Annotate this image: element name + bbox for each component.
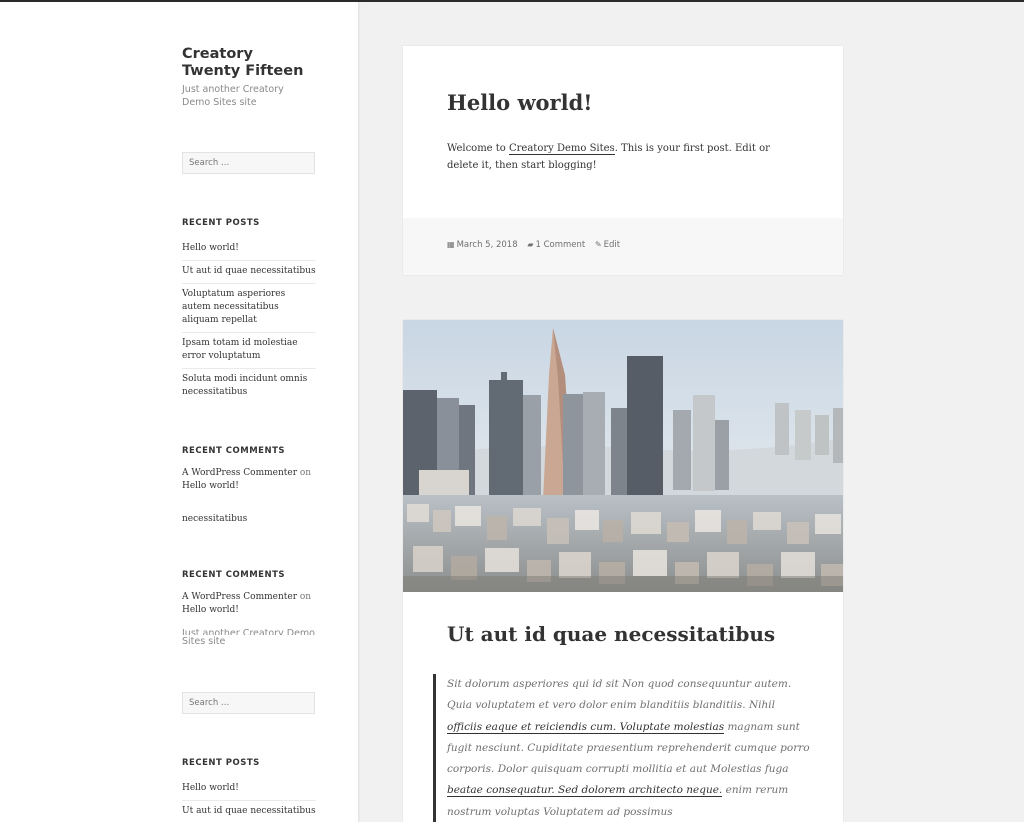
comment-icon: ▰ xyxy=(527,240,534,249)
post-footer: ▦ March 5, 2018 ▰ 1 Comment ✎ Edit xyxy=(403,218,843,275)
recent-post-item[interactable]: Hello world! xyxy=(182,778,316,801)
calendar-icon: ▦ xyxy=(447,240,455,249)
recent-post-item[interactable]: Soluta modi incidunt omnis necessitatibu… xyxy=(182,369,316,404)
site-description: Just another Creatory Demo Sites site xyxy=(182,84,284,108)
orphan-text: necessitatibus xyxy=(182,514,248,524)
recent-posts-list-2: Hello world! Ut aut id quae necessitatib… xyxy=(182,778,316,822)
comment-author[interactable]: A WordPress Commenter xyxy=(182,468,297,478)
recent-comments-title-2: RECENT COMMENTS xyxy=(182,570,285,580)
site-title[interactable]: Creatory Twenty Fifteen xyxy=(182,46,316,80)
excerpt-text: Welcome to xyxy=(447,143,509,154)
post-comments[interactable]: ▰ 1 Comment xyxy=(527,240,585,250)
sidebar-content: Creatory Twenty Fifteen Just another Cre… xyxy=(182,46,316,822)
faded-description-line: Sites site xyxy=(182,636,226,647)
post-blockquote: Sit dolorum asperiores qui id sit Non qu… xyxy=(433,674,813,822)
comment-author[interactable]: A WordPress Commenter xyxy=(182,592,297,602)
search-input-2[interactable] xyxy=(182,692,315,714)
recent-post-item[interactable]: Voluptatum asperiores autem necessitatib… xyxy=(182,284,316,333)
faded-site-description: Just another Creatory Demo Sites site xyxy=(182,629,316,648)
post-title[interactable]: Ut aut id quae necessitatibus xyxy=(447,622,775,646)
recent-posts-title-2: RECENT POSTS xyxy=(182,758,260,768)
recent-comment-2: A WordPress Commenter on Hello world! xyxy=(182,591,316,617)
recent-posts-list: Hello world! Ut aut id quae necessitatib… xyxy=(182,238,316,404)
post-title[interactable]: Hello world! xyxy=(447,90,593,115)
faded-description-clipped: Just another Creatory Demo xyxy=(182,629,315,635)
recent-post-item[interactable]: Ut aut id quae necessitatibus xyxy=(182,801,316,822)
quote-link[interactable]: officiis eaque et reiciendis cum. Volupt… xyxy=(447,720,725,734)
recent-post-item[interactable]: Ut aut id quae necessitatibus xyxy=(182,261,316,284)
city-skyline-image[interactable] xyxy=(403,320,843,592)
comment-post-link[interactable]: Hello world! xyxy=(182,481,239,491)
recent-comments-title: RECENT COMMENTS xyxy=(182,446,285,456)
post-edit[interactable]: ✎ Edit xyxy=(595,240,620,250)
post-edit-text: Edit xyxy=(603,240,621,250)
quote-text: Sit dolorum asperiores qui id sit Non qu… xyxy=(447,678,792,712)
comment-on: on xyxy=(299,592,312,602)
pencil-icon: ✎ xyxy=(594,240,602,249)
sidebar: Creatory Twenty Fifteen Just another Cre… xyxy=(0,2,358,822)
post-excerpt: Welcome to Creatory Demo Sites. This is … xyxy=(447,140,802,174)
post-date-text: March 5, 2018 xyxy=(456,240,518,250)
comment-post-link[interactable]: Hello world! xyxy=(182,605,239,615)
recent-comment: A WordPress Commenter on Hello world! xyxy=(182,467,316,493)
comment-on: on xyxy=(299,468,312,478)
search-input[interactable] xyxy=(182,152,315,174)
post-ut-aut: Ut aut id quae necessitatibus Sit doloru… xyxy=(403,320,843,822)
quote-link[interactable]: beatae consequatur. Sed dolorem architec… xyxy=(447,784,723,798)
recent-post-item[interactable]: Ipsam totam id molestiae error voluptatu… xyxy=(182,333,316,369)
recent-post-item[interactable]: Hello world! xyxy=(182,238,316,261)
excerpt-link[interactable]: Creatory Demo Sites xyxy=(509,143,615,155)
post-date[interactable]: ▦ March 5, 2018 xyxy=(447,240,518,250)
post-hello-world: Hello world! Welcome to Creatory Demo Si… xyxy=(403,46,843,275)
recent-posts-title: RECENT POSTS xyxy=(182,218,260,228)
post-comments-text: 1 Comment xyxy=(535,240,586,250)
